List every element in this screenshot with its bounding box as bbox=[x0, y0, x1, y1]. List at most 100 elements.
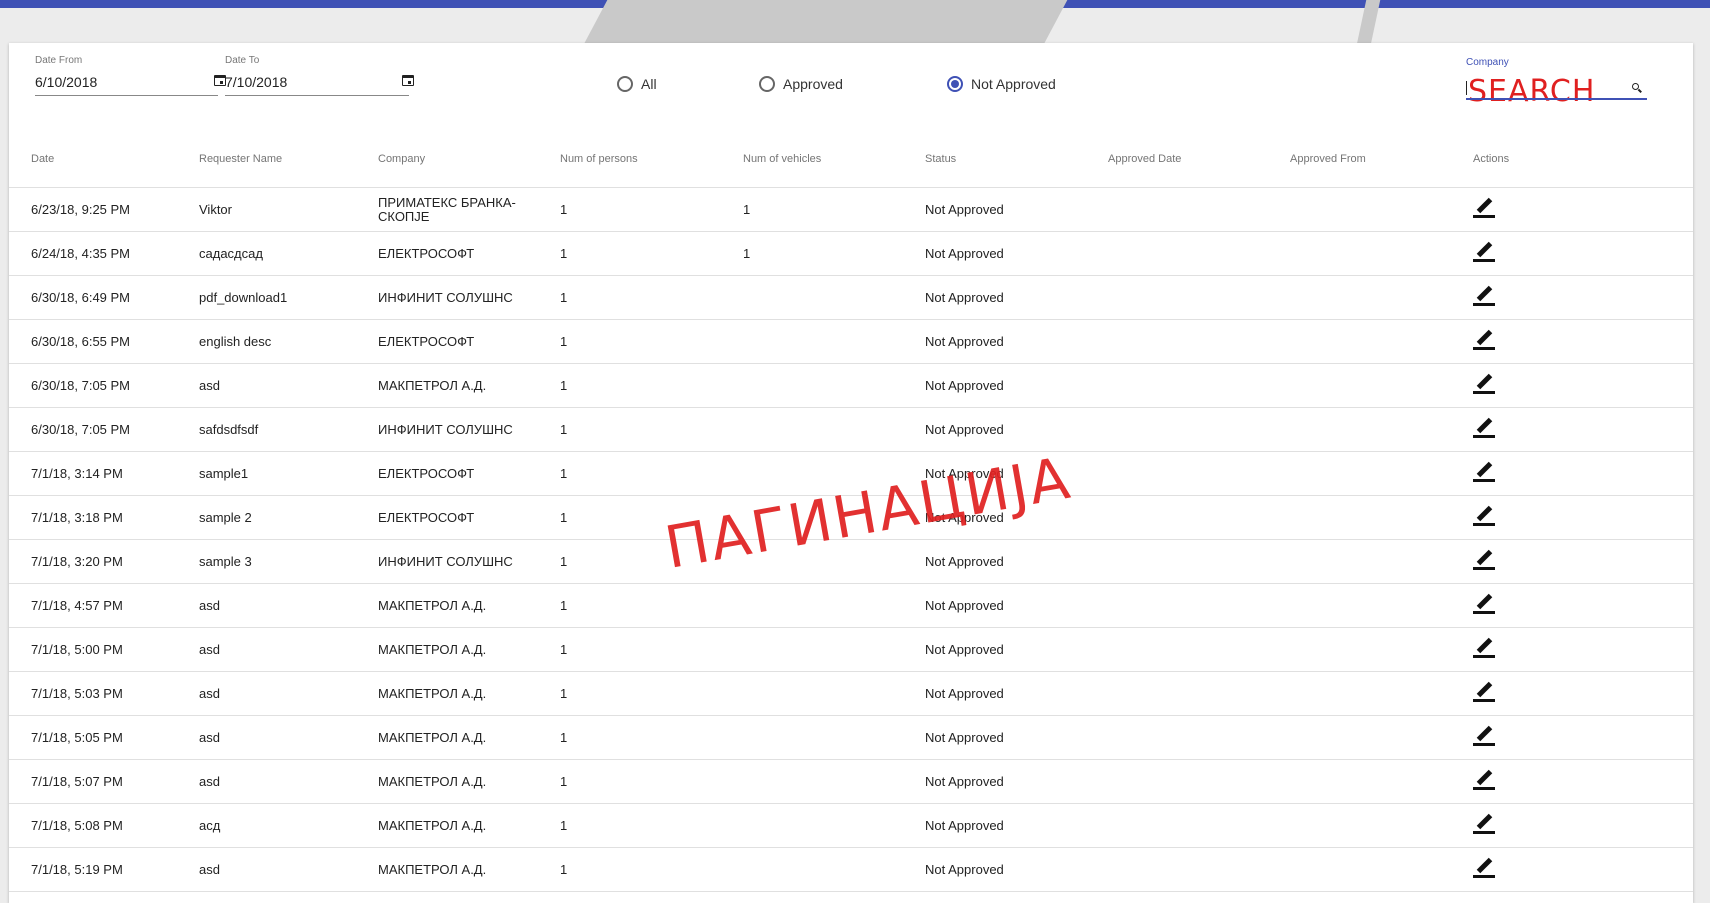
column-header[interactable]: Status bbox=[925, 131, 1108, 188]
edit-icon[interactable] bbox=[1473, 461, 1495, 483]
company-label: Company bbox=[1466, 57, 1509, 68]
table-header-row: Date Requester Name Company Num of persons N… bbox=[9, 131, 1693, 188]
table-cell: 1 bbox=[560, 363, 743, 408]
column-header[interactable]: Company bbox=[378, 131, 560, 188]
table-cell: asd bbox=[195, 715, 378, 760]
table-cell bbox=[1108, 231, 1290, 276]
table-cell: 6/30/18, 6:55 PM bbox=[9, 319, 195, 364]
table-cell: ЕЛЕКТРОСОФТ bbox=[378, 231, 560, 276]
calendar-icon[interactable] bbox=[402, 75, 414, 86]
table-cell: Not Approved bbox=[925, 363, 1108, 408]
edit-icon[interactable] bbox=[1473, 857, 1495, 879]
table-cell: садасдсад bbox=[195, 231, 378, 276]
table-cell bbox=[1108, 583, 1290, 628]
table-cell: Viktor bbox=[195, 187, 378, 232]
table-cell: 7/1/18, 4:57 PM bbox=[9, 583, 195, 628]
date-from-field[interactable]: Date From 6/10/2018 bbox=[35, 55, 226, 96]
column-header[interactable]: Date bbox=[9, 131, 195, 188]
table-cell: 1 bbox=[743, 231, 925, 276]
table-cell: safdsdfsdf bbox=[195, 407, 378, 452]
edit-icon[interactable] bbox=[1473, 505, 1495, 527]
radio-circle-selected[interactable] bbox=[947, 76, 963, 92]
table-cell: 1 bbox=[560, 275, 743, 320]
edit-icon[interactable] bbox=[1473, 329, 1495, 351]
edit-icon[interactable] bbox=[1473, 681, 1495, 703]
actions-cell bbox=[1473, 231, 1693, 276]
radio-not-approved-label: Not Approved bbox=[971, 76, 1056, 92]
table-cell: ЕЛЕКТРОСОФТ bbox=[378, 495, 560, 540]
table-cell bbox=[743, 275, 925, 320]
filter-bar: Date From 6/10/2018 Date To 7/10/2018 Al… bbox=[9, 43, 1693, 113]
column-header[interactable]: Num of persons bbox=[560, 131, 743, 188]
edit-icon[interactable] bbox=[1473, 373, 1495, 395]
edit-icon[interactable] bbox=[1473, 549, 1495, 571]
table-cell bbox=[1290, 715, 1473, 760]
table-cell: Not Approved bbox=[925, 715, 1108, 760]
table-cell: МАКПЕТРОЛ А.Д. bbox=[378, 671, 560, 716]
table-cell: МАКПЕТРОЛ А.Д. bbox=[378, 715, 560, 760]
table-cell: 1 bbox=[560, 803, 743, 848]
edit-icon[interactable] bbox=[1473, 813, 1495, 835]
radio-circle[interactable] bbox=[759, 76, 775, 92]
table-row: 7/1/18, 5:00 PM asd МАКПЕТРОЛ А.Д. 1 Not App… bbox=[9, 627, 1693, 672]
date-to-value[interactable]: 7/10/2018 bbox=[225, 74, 287, 90]
table-cell bbox=[743, 583, 925, 628]
edit-icon[interactable] bbox=[1473, 769, 1495, 791]
radio-all-label: All bbox=[641, 76, 657, 92]
table-cell: Not Approved bbox=[925, 759, 1108, 804]
edit-icon[interactable] bbox=[1473, 285, 1495, 307]
table-cell bbox=[1290, 671, 1473, 716]
radio-approved[interactable]: Approved bbox=[759, 76, 843, 92]
table-cell: 1 bbox=[560, 319, 743, 364]
table-cell bbox=[1290, 451, 1473, 496]
edit-icon[interactable] bbox=[1473, 593, 1495, 615]
edit-icon[interactable] bbox=[1473, 241, 1495, 263]
edit-icon[interactable] bbox=[1473, 197, 1495, 219]
table-cell bbox=[1108, 847, 1290, 892]
table-cell: pdf_download1 bbox=[195, 275, 378, 320]
column-header[interactable]: Approved From bbox=[1290, 131, 1473, 188]
table-cell: 6/30/18, 6:49 PM bbox=[9, 275, 195, 320]
search-icon[interactable] bbox=[1632, 83, 1639, 90]
actions-cell bbox=[1473, 583, 1693, 628]
edit-icon[interactable] bbox=[1473, 417, 1495, 439]
table-cell: 7/1/18, 3:14 PM bbox=[9, 451, 195, 496]
table-cell: 6/30/18, 7:05 PM bbox=[9, 363, 195, 408]
table-cell bbox=[1108, 319, 1290, 364]
table-cell: 1 bbox=[560, 187, 743, 232]
table-cell bbox=[743, 847, 925, 892]
table-cell: 7/1/18, 5:03 PM bbox=[9, 671, 195, 716]
actions-cell bbox=[1473, 319, 1693, 364]
table-cell: 7/1/18, 5:08 PM bbox=[9, 803, 195, 848]
date-to-field[interactable]: Date To 7/10/2018 bbox=[225, 55, 414, 96]
table-cell bbox=[1108, 759, 1290, 804]
edit-icon[interactable] bbox=[1473, 637, 1495, 659]
table-cell bbox=[743, 671, 925, 716]
table-cell bbox=[1108, 495, 1290, 540]
table-cell: асд bbox=[195, 803, 378, 848]
requests-card: Date From 6/10/2018 Date To 7/10/2018 Al… bbox=[9, 43, 1693, 903]
table-cell: 6/24/18, 4:35 PM bbox=[9, 231, 195, 276]
date-from-value[interactable]: 6/10/2018 bbox=[35, 74, 97, 90]
table-cell bbox=[1108, 803, 1290, 848]
table-cell bbox=[1108, 627, 1290, 672]
table-row: 7/1/18, 5:08 PM асд МАКПЕТРОЛ А.Д. 1 Not App… bbox=[9, 803, 1693, 848]
table-cell bbox=[1108, 715, 1290, 760]
edit-icon[interactable] bbox=[1473, 725, 1495, 747]
table-cell bbox=[1290, 363, 1473, 408]
radio-not-approved[interactable]: Not Approved bbox=[947, 76, 1056, 92]
table-cell: 6/23/18, 9:25 PM bbox=[9, 187, 195, 232]
column-header[interactable]: Num of vehicles bbox=[743, 131, 925, 188]
radio-all[interactable]: All bbox=[617, 76, 657, 92]
column-header[interactable]: Actions bbox=[1473, 131, 1693, 188]
actions-cell bbox=[1473, 759, 1693, 804]
table-cell bbox=[743, 627, 925, 672]
table-cell: 1 bbox=[560, 407, 743, 452]
table-cell: ПРИМАТЕКС БРАНКА-СКОПЈЕ bbox=[378, 187, 560, 232]
table-cell: 1 bbox=[560, 627, 743, 672]
column-header[interactable]: Approved Date bbox=[1108, 131, 1290, 188]
column-header[interactable]: Requester Name bbox=[195, 131, 378, 188]
actions-cell bbox=[1473, 627, 1693, 672]
table-cell bbox=[1290, 407, 1473, 452]
radio-circle[interactable] bbox=[617, 76, 633, 92]
